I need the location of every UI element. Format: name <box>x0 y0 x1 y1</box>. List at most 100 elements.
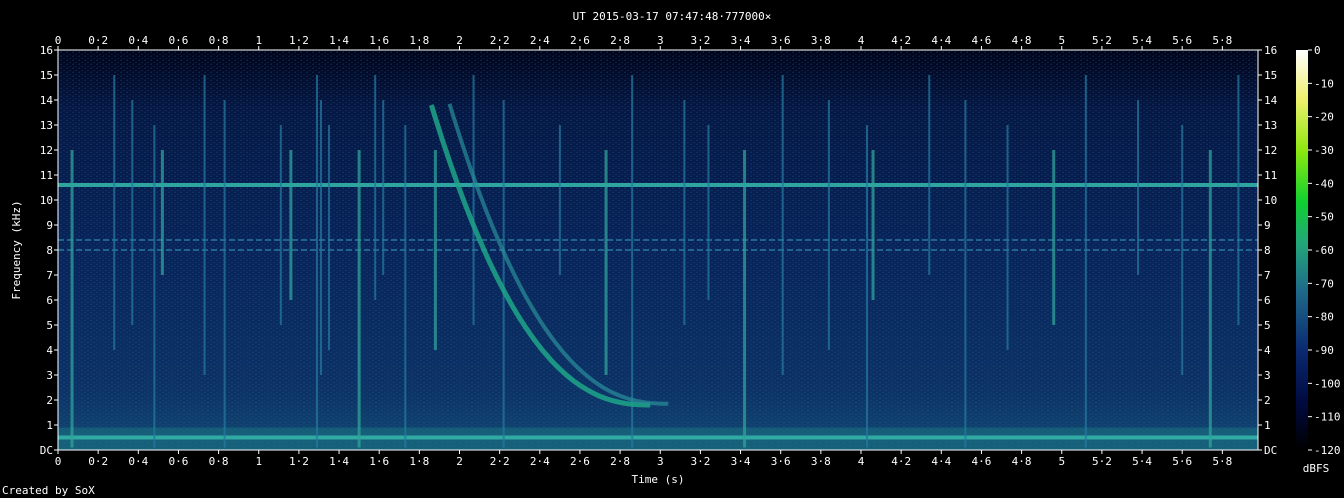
x-tick-label-bottom: 5·2 <box>1092 455 1112 468</box>
x-tick-label-top: 2·6 <box>570 34 590 47</box>
x-tick-label-top: 5·6 <box>1172 34 1192 47</box>
colorbar-label: dBFS <box>1303 462 1330 475</box>
colorbar-tick-label: -90 <box>1314 344 1334 357</box>
colorbar-tick-label: -10 <box>1314 77 1334 90</box>
x-tick-label-bottom: 2·2 <box>490 455 510 468</box>
x-tick-label-bottom: 3·2 <box>690 455 710 468</box>
x-tick-label-top: 1 <box>255 34 262 47</box>
y-tick-label-left: 1 <box>46 419 53 432</box>
y-tick-label-right: 7 <box>1264 269 1271 282</box>
x-tick-label-top: 0·8 <box>209 34 229 47</box>
x-tick-label-bottom: 5·6 <box>1172 455 1192 468</box>
x-tick-label-top: 1·4 <box>329 34 349 47</box>
colorbar-gradient <box>1296 50 1308 450</box>
x-tick-label-bottom: 1·6 <box>369 455 389 468</box>
x-tick-label-bottom: 4·8 <box>1012 455 1032 468</box>
y-tick-label-left: 9 <box>46 219 53 232</box>
x-tick-label-top: 4 <box>858 34 865 47</box>
y-axis-label: Frequency (kHz) <box>10 200 23 299</box>
x-tick-label-top: 5 <box>1058 34 1065 47</box>
x-tick-label-top: 4·8 <box>1012 34 1032 47</box>
x-tick-label-bottom: 5·8 <box>1212 455 1232 468</box>
x-tick-label-bottom: 4·6 <box>972 455 992 468</box>
y-tick-label-left: 4 <box>46 344 53 357</box>
x-tick-label-top: 1·8 <box>409 34 429 47</box>
y-tick-label-left: 2 <box>46 394 53 407</box>
x-tick-label-bottom: 1 <box>255 455 262 468</box>
y-tick-label-left: 16 <box>40 44 53 57</box>
x-tick-label-bottom: 4·4 <box>931 455 951 468</box>
x-tick-label-bottom: 3·6 <box>771 455 791 468</box>
x-tick-label-top: 3·4 <box>731 34 751 47</box>
y-tick-label-right: 12 <box>1264 144 1277 157</box>
colorbar-tick-label: -40 <box>1314 177 1334 190</box>
x-tick-label-top: 1·2 <box>289 34 309 47</box>
y-tick-label-right: 8 <box>1264 244 1271 257</box>
y-tick-label-left: DC <box>40 444 53 457</box>
colorbar-tick-label: 0 <box>1314 44 1321 57</box>
x-tick-label-bottom: 5 <box>1058 455 1065 468</box>
y-tick-label-left: 8 <box>46 244 53 257</box>
colorbar: 0 -10 -20 -30 -40 -50 -60 -70 -80 -90 -100 -110 -120… <box>1296 44 1341 475</box>
x-tick-label-top: 4·4 <box>931 34 951 47</box>
y-axis-right: DC12345678910111213141516 <box>1258 44 1278 457</box>
x-tick-label-top: 0·2 <box>88 34 108 47</box>
colorbar-ticks: 0 -10 -20 -30 -40 -50 -60 -70 -80 -90 -100 -110 -120 <box>1308 44 1341 457</box>
x-tick-label-bottom: 3·8 <box>811 455 831 468</box>
x-tick-label-top: 3 <box>657 34 664 47</box>
colorbar-tick-label: -30 <box>1314 144 1334 157</box>
colorbar-tick-label: -110 <box>1314 411 1341 424</box>
x-tick-label-top: 5·8 <box>1212 34 1232 47</box>
x-tick-label-top: 2 <box>456 34 463 47</box>
y-tick-label-left: 14 <box>40 94 54 107</box>
colorbar-tick-label: -60 <box>1314 244 1334 257</box>
y-tick-label-right: 5 <box>1264 319 1271 332</box>
x-tick-label-bottom: 4·2 <box>891 455 911 468</box>
x-tick-label-bottom: 3 <box>657 455 664 468</box>
x-tick-label-top: 1·6 <box>369 34 389 47</box>
x-tick-label-top: 4·2 <box>891 34 911 47</box>
x-tick-label-bottom: 0 <box>55 455 62 468</box>
footer-credit: Created by SoX <box>2 484 95 497</box>
y-tick-label-right: 2 <box>1264 394 1271 407</box>
y-axis-left: DC12345678910111213141516 <box>40 44 58 457</box>
y-tick-label-right: 14 <box>1264 94 1278 107</box>
colorbar-tick-label: -70 <box>1314 277 1334 290</box>
plot-area <box>57 49 1259 451</box>
spectrogram-chart: UT 2015-03-17 07:47:48·777000× 0 0·2 0·4 0·… <box>2 10 1341 497</box>
y-tick-label-left: 5 <box>46 319 53 332</box>
x-tick-label-bottom: 2·4 <box>530 455 550 468</box>
x-tick-label-bottom: 5·4 <box>1132 455 1152 468</box>
x-tick-label-bottom: 1·2 <box>289 455 309 468</box>
y-tick-label-left: 3 <box>46 369 53 382</box>
x-tick-label-bottom: 0·8 <box>209 455 229 468</box>
x-tick-label-top: 0·4 <box>128 34 148 47</box>
x-tick-label-bottom: 2 <box>456 455 463 468</box>
x-tick-label-bottom: 3·4 <box>731 455 751 468</box>
x-tick-label-bottom: 1·8 <box>409 455 429 468</box>
y-tick-label-left: 10 <box>40 194 53 207</box>
x-tick-label-bottom: 1·4 <box>329 455 349 468</box>
y-tick-label-right: 1 <box>1264 419 1271 432</box>
x-tick-label-top: 2·4 <box>530 34 550 47</box>
y-tick-label-left: 15 <box>40 69 53 82</box>
x-axis-bottom: 0 0·2 0·4 0·6 0·8 1 1·2 1·4 1·6 1·8 2 2·2 2·4 2·6 2·8 3… <box>55 450 1232 468</box>
y-tick-label-right: 9 <box>1264 219 1271 232</box>
y-tick-label-right: 15 <box>1264 69 1277 82</box>
colorbar-tick-label: -100 <box>1314 377 1341 390</box>
colorbar-tick-label: -20 <box>1314 111 1334 124</box>
x-tick-label-bottom: 2·8 <box>610 455 630 468</box>
y-tick-label-right: 13 <box>1264 119 1277 132</box>
y-tick-label-right: 6 <box>1264 294 1271 307</box>
x-axis-label: Time (s) <box>632 473 685 486</box>
x-tick-label-bottom: 4 <box>858 455 865 468</box>
x-tick-label-top: 0 <box>55 34 62 47</box>
y-tick-label-right: 10 <box>1264 194 1277 207</box>
colorbar-tick-label: -120 <box>1314 444 1341 457</box>
colorbar-tick-label: -80 <box>1314 311 1334 324</box>
x-tick-label-top: 3·8 <box>811 34 831 47</box>
y-tick-label-right: 11 <box>1264 169 1277 182</box>
x-tick-label-top: 3·2 <box>690 34 710 47</box>
chart-title: UT 2015-03-17 07:47:48·777000× <box>573 10 772 23</box>
x-tick-label-bottom: 0·2 <box>88 455 108 468</box>
